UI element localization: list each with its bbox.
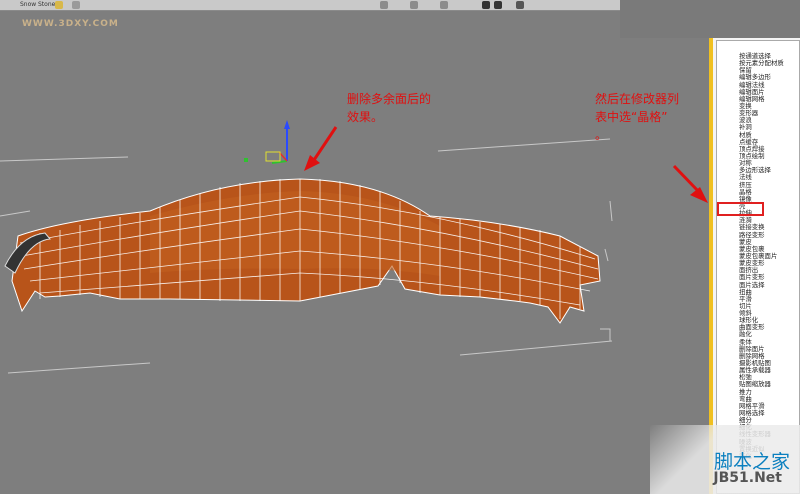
annotation-arrow-right <box>672 164 708 203</box>
quick-render-icon[interactable] <box>494 1 502 9</box>
site-logo: 脚本之家 JB51.Net <box>650 425 800 494</box>
teapot-render-icon[interactable] <box>482 1 490 9</box>
annotation-right-line1: 然后在修改器列 <box>595 92 680 106</box>
annotation-right: 然后在修改器列 表中选“晶格” 。 <box>595 90 715 144</box>
viewport-scene <box>0 120 708 374</box>
annotation-right-line3: 。 <box>595 128 608 142</box>
transform-gizmo[interactable] <box>244 120 290 164</box>
selected-modifier-callout-box <box>717 202 764 216</box>
toolbar-button-stone[interactable]: Stone <box>38 0 55 9</box>
annotation-left: 删除多余面后的 效果。 <box>347 90 477 126</box>
annotation-left-line1: 删除多余面后的 <box>347 92 432 106</box>
mirror-icon[interactable] <box>410 1 418 9</box>
annotation-right-line2: 表中选“晶格” <box>595 110 668 124</box>
render-frame-icon[interactable] <box>516 1 524 9</box>
perspective-viewport[interactable] <box>0 11 715 494</box>
snap-icon[interactable] <box>380 1 388 9</box>
modifier-list-items: 按通道选择 按元素分配材质 保留 编辑多边形 编辑法线 编辑面片 编辑网格 变换 变形器 波浪 补洞… <box>717 41 799 460</box>
annotation-arrow-left <box>304 126 338 171</box>
logo-en-text: JB51.Net <box>713 470 782 486</box>
align-icon[interactable] <box>440 1 448 9</box>
move-icon[interactable] <box>72 1 80 9</box>
select-icon[interactable] <box>55 1 63 9</box>
annotation-left-line2: 效果。 <box>347 110 384 124</box>
toolbar-button-snow[interactable]: Snow <box>20 0 36 9</box>
car-mesh[interactable] <box>4 178 601 324</box>
